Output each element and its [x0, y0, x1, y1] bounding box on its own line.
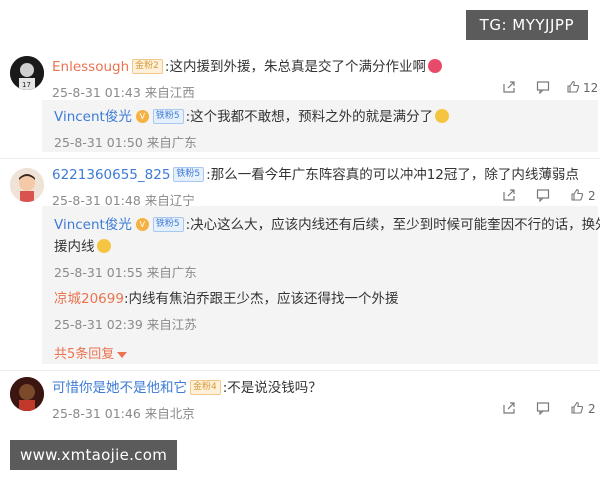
like-icon[interactable] [566, 80, 580, 94]
emoji-icon [427, 59, 442, 73]
watermark-bottom: www.xmtaojie.com [10, 440, 178, 470]
comment-username[interactable]: Enlessough [52, 59, 129, 75]
comment-icon[interactable] [536, 80, 550, 94]
comment-meta: 25-8-31 01:43 来自江西 [52, 85, 195, 100]
svg-text:17: 17 [22, 81, 31, 89]
comment-username[interactable]: 可惜你是她不是他和它 [52, 380, 187, 396]
fan-badge: 铁粉5 [152, 108, 184, 124]
fan-badge: 金粉2 [132, 58, 163, 74]
share-icon[interactable] [502, 80, 516, 94]
emoji-icon [96, 239, 111, 253]
reply-text: :决心这么大，应该内线还有后续，至少到时候可能奎因不行的话，换外 [185, 217, 600, 233]
comment-1-header: Enlessough 金粉2:这内援到外援，朱总真是交了个满分作业啊 [52, 58, 442, 76]
avatar[interactable] [10, 377, 44, 411]
reply-meta: 25-8-31 02:39 来自江苏 [54, 317, 197, 332]
reply-header: Vincent俊光 V 铁粉5:决心这么大，应该内线还有后续，至少到时候可能奎因不行… [54, 216, 600, 234]
emoji-icon [435, 109, 450, 123]
reply-username[interactable]: 凉城20699 [54, 291, 124, 307]
reply-text: :这个我都不敢想，预料之外的就是满分了 [185, 109, 434, 125]
share-icon[interactable] [502, 188, 516, 202]
vip-icon: V [135, 217, 149, 231]
avatar[interactable] [10, 168, 44, 202]
fan-badge: 金粉4 [190, 379, 221, 395]
more-replies-link[interactable]: 共5条回复 [54, 343, 128, 362]
share-icon[interactable] [502, 401, 516, 415]
more-replies-label: 共5条回复 [54, 347, 115, 362]
divider [0, 370, 600, 371]
comment-text: :不是说没钱吗？ [222, 380, 322, 396]
like-count: 12 [583, 81, 599, 95]
like-count: 2 [588, 402, 596, 416]
reply-username[interactable]: Vincent俊光 [54, 109, 132, 125]
comment-icon[interactable] [536, 401, 550, 415]
reply-text-continued: 援内线 [54, 238, 111, 256]
reply-meta: 25-8-31 01:50 来自广东 [54, 135, 197, 150]
reply-meta: 25-8-31 01:55 来自广东 [54, 265, 197, 280]
comment-text: :这内援到外援，朱总真是交了个满分作业啊 [164, 59, 426, 75]
vip-icon: V [135, 109, 149, 123]
like-count: 2 [588, 189, 596, 203]
reply-text: :内线有焦泊乔跟王少杰，应该还得找一个外援 [123, 291, 399, 307]
fan-badge: 铁粉5 [152, 216, 184, 232]
comment-2-header: 6221360655_825 铁粉5:那么一看今年广东阵容真的可以冲冲12冠了，除… [52, 166, 579, 184]
reply-header: Vincent俊光 V 铁粉5:这个我都不敢想，预料之外的就是满分了 [54, 108, 450, 126]
watermark-top: TG: MYYJJPP [465, 10, 588, 40]
divider [0, 158, 600, 159]
fan-badge: 铁粉5 [173, 166, 205, 182]
avatar[interactable]: 17 [10, 56, 44, 90]
comment-icon[interactable] [536, 188, 550, 202]
chevron-down-icon [117, 351, 128, 358]
like-icon[interactable] [570, 401, 584, 415]
comment-3-header: 可惜你是她不是他和它 金粉4:不是说没钱吗？ [52, 379, 322, 397]
comment-text: :那么一看今年广东阵容真的可以冲冲12冠了，除了内线薄弱点 [206, 167, 579, 183]
reply-text: 援内线 [54, 239, 95, 255]
reply-header: 凉城20699:内线有焦泊乔跟王少杰，应该还得找一个外援 [54, 290, 399, 308]
comment-meta: 25-8-31 01:46 来自北京 [52, 406, 195, 421]
comment-username[interactable]: 6221360655_825 [52, 167, 170, 183]
reply-username[interactable]: Vincent俊光 [54, 217, 132, 233]
like-icon[interactable] [570, 188, 584, 202]
